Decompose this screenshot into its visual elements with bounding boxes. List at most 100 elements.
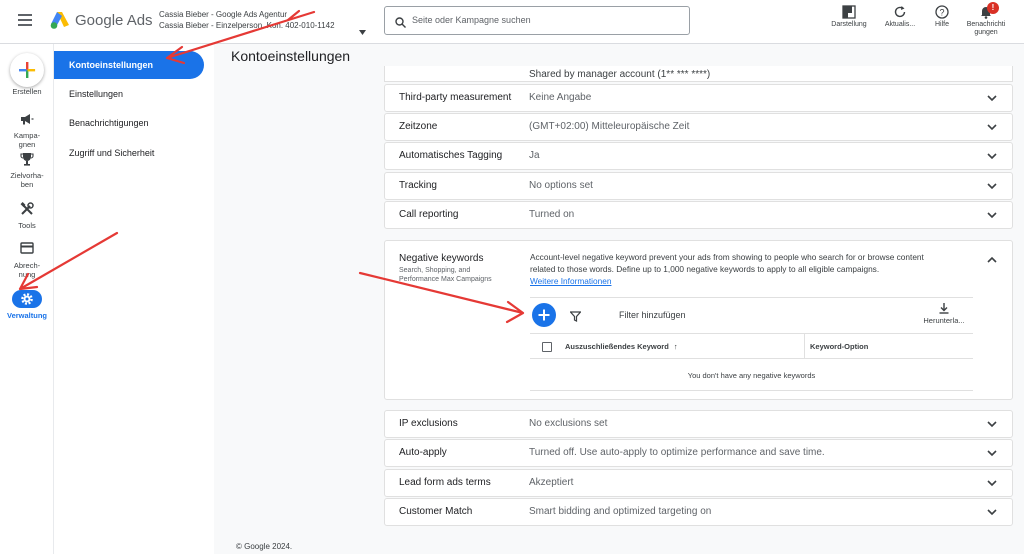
rail-item-tools[interactable]: Tools [0,202,54,230]
nk-title: Negative keywords [399,253,484,264]
refresh-button[interactable]: Aktualis... [880,5,920,29]
settings-row[interactable]: Third-party measurement Keine Angabe [384,84,1013,112]
negative-keywords-card: Negative keywords Search, Shopping, and … [384,240,1013,400]
settings-row-label: Call reporting [399,209,459,220]
refresh-icon [894,6,906,18]
settings-subnav: Kontoeinstellungen Einstellungen Benachr… [54,44,214,554]
help-icon: ? [935,5,949,19]
notification-badge: ! [987,2,999,14]
settings-row[interactable]: Tracking No options set [384,172,1013,200]
footer-copyright: © Google 2024. [236,542,293,551]
expand-chevron-icon[interactable] [986,179,998,191]
settings-row-value: Smart bidding and optimized targeting on [529,506,712,517]
settings-row[interactable]: IP exclusions No exclusions set [384,410,1013,438]
settings-row-label: Tracking [399,180,437,191]
filter-icon[interactable] [569,309,582,327]
top-bar: Google Ads Cassia Bieber - Google Ads Ag… [0,0,1024,44]
settings-row-value: Keine Angabe [529,92,592,103]
rail-item-billing[interactable]: Abrech- nung [0,242,54,279]
settings-row-value: Ja [529,150,540,161]
rail-label-campaigns-1: Kampa- [13,131,41,140]
page-title: Kontoeinstellungen [231,48,351,64]
settings-row[interactable]: Customer Match Smart bidding and optimize… [384,498,1013,526]
nk-subtitle-2: Performance Max Campaigns [399,276,492,283]
rail-label-billing-1: Abrech- [13,261,41,270]
settings-row[interactable]: Zeitzone (GMT+02:00) Mitteleuropäische Ze… [384,113,1013,141]
menu-icon[interactable] [18,13,32,26]
account-dropdown-icon[interactable] [359,22,366,40]
expand-chevron-icon[interactable] [986,120,998,132]
create-label: Erstellen [12,87,42,96]
admin-pill [12,290,42,308]
settings-row-label: Auto-apply [399,447,447,458]
left-rail: Erstellen Kampa- gnen Zielvorha- ben Too… [0,44,54,554]
nk-empty-message: You don't have any negative keywords [687,371,816,380]
learn-more-link[interactable]: Weitere Informationen [530,276,611,286]
download-label: Herunterla... [923,316,965,325]
column-header-option[interactable]: Keyword-Option [810,342,868,351]
plus-icon [538,309,550,321]
subnav-item-settings[interactable]: Einstellungen [54,80,204,108]
settings-row-label: Third-party measurement [399,92,512,103]
nk-table-bottom-border [530,390,973,391]
rail-item-admin[interactable]: Verwaltung [0,290,54,320]
settings-row[interactable]: Call reporting Turned on [384,201,1013,229]
expand-chevron-icon[interactable] [986,446,998,458]
help-label: Hilfe [934,21,949,28]
sort-arrow-icon: ↑ [673,342,678,351]
download-icon [939,303,949,314]
expand-chevron-icon[interactable] [986,149,998,161]
appearance-button[interactable]: Darstellung [827,5,871,29]
help-button[interactable]: ? Hilfe [928,5,956,29]
create-button[interactable] [10,53,44,87]
settings-row-label: IP exclusions [399,418,458,429]
search-icon [395,15,406,33]
nk-table-header: Auszuschließendes Keyword ↑ Keyword-Opti… [530,333,973,359]
notifications-button[interactable]: Benachrichti gungen ! [960,2,1012,37]
expand-chevron-icon[interactable] [986,91,998,103]
download-button[interactable]: Herunterla... [915,302,973,325]
rail-item-goals[interactable]: Zielvorha- ben [0,152,54,189]
column-header-keyword-label: Auszuschließendes Keyword [565,342,669,351]
settings-row-label: Zeitzone [399,121,438,132]
settings-row[interactable]: Lead form ads terms Akzeptiert [384,469,1013,497]
column-header-keyword[interactable]: Auszuschließendes Keyword ↑ [565,342,678,351]
plus-icon [19,62,36,78]
expand-chevron-icon[interactable] [986,208,998,220]
appearance-icon [842,5,856,19]
nk-description-2: related to those words. Define up to 1,0… [530,264,880,274]
appearance-label: Darstellung [831,21,867,28]
expand-chevron-icon[interactable] [986,476,998,488]
trophy-icon [18,152,36,168]
select-all-checkbox[interactable] [542,342,552,352]
settings-row-label: Lead form ads terms [399,477,491,488]
filter-input[interactable]: Filter hinzufügen [619,310,686,320]
rail-label-campaigns-2: gnen [18,140,36,149]
notifications-label-1: Benachrichti [966,21,1006,28]
column-divider [804,334,805,359]
settings-row-value: Turned on [529,209,575,220]
subnav-item-access-security[interactable]: Zugriff und Sicherheit [54,139,204,167]
settings-row-label: Customer Match [399,506,473,517]
settings-row-value: No exclusions set [529,418,608,429]
account-name[interactable]: Cassia Bieber - Google Ads Agentur [159,10,287,19]
rail-item-campaigns[interactable]: Kampa- gnen [0,112,54,149]
expand-chevron-icon[interactable] [986,417,998,429]
subnav-item-notifications[interactable]: Benachrichtigungen [54,109,204,137]
shared-note: Shared by manager account (1** *** ****) [529,69,711,80]
expand-chevron-icon[interactable] [986,505,998,517]
nk-subtitle-1: Search, Shopping, and [399,267,471,274]
svg-text:?: ? [939,8,944,18]
rail-label-goals-2: ben [20,180,34,189]
settings-row[interactable]: Auto-apply Turned off. Use auto-apply to … [384,439,1013,467]
refresh-label: Aktualis... [884,21,916,28]
add-keyword-button[interactable] [532,303,556,327]
account-detail[interactable]: Cassia Bieber - Einzelperson, Kon. 402-0… [159,21,359,30]
billing-icon [18,242,36,258]
settings-row[interactable]: Automatisches Tagging Ja [384,142,1013,170]
subnav-item-account-settings[interactable]: Kontoeinstellungen [54,51,204,79]
google-ads-logo-icon[interactable] [50,11,70,29]
search-input[interactable]: Seite oder Kampagne suchen [412,15,531,25]
search-box[interactable]: Seite oder Kampagne suchen [384,6,690,35]
collapse-chevron-icon[interactable] [986,253,998,271]
